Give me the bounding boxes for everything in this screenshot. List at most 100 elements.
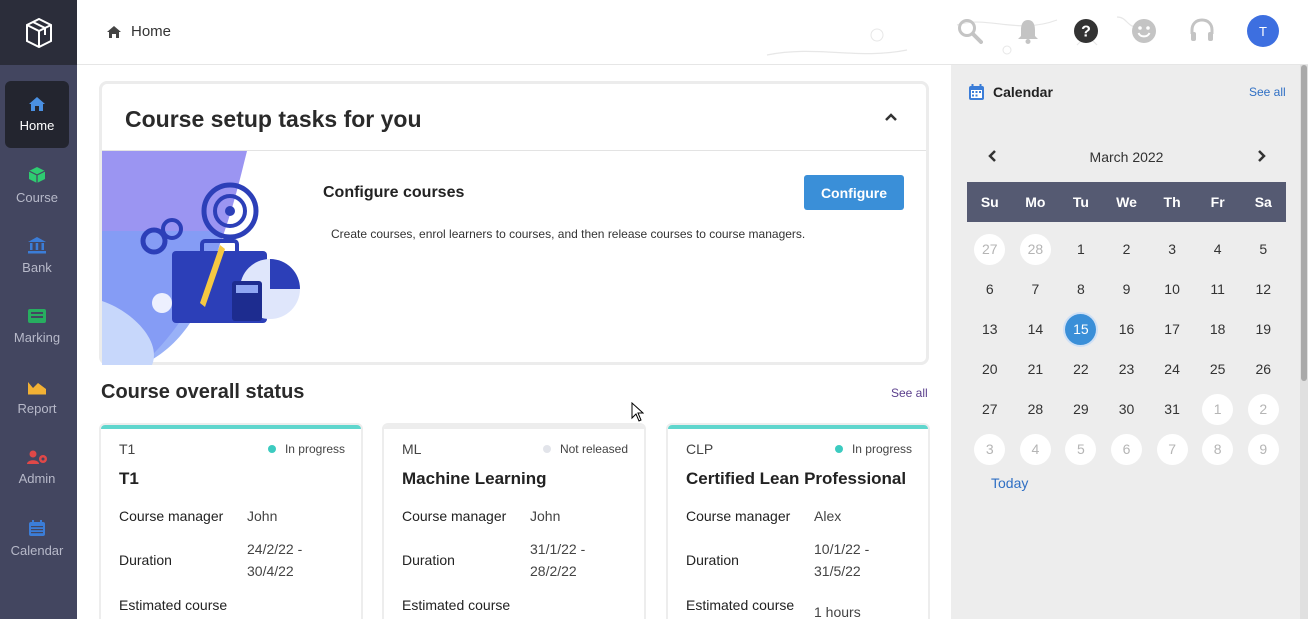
breadcrumb[interactable]: Home — [107, 23, 171, 40]
course-setup-panel: Course setup tasks for you Configure cou… — [99, 81, 929, 365]
app-logo[interactable] — [0, 0, 77, 65]
calendar-grid: 27 28 1 2 3 4 5 6 7 8 9 10 11 12 13 14 15 16 17 18 19 20 21 22 2… — [967, 229, 1286, 469]
day-number: 9 — [1247, 433, 1279, 465]
calendar-day[interactable]: 27 — [967, 389, 1013, 429]
calendar-day-outside[interactable]: 9 — [1240, 429, 1286, 469]
calendar-day[interactable]: 20 — [967, 349, 1013, 389]
sidebar-item-label: Calendar — [10, 543, 64, 558]
calendar-day-outside[interactable]: 4 — [1013, 429, 1059, 469]
day-number: 2 — [1122, 241, 1131, 257]
calendar-day[interactable]: 4 — [1195, 229, 1241, 269]
scrollbar[interactable] — [1300, 65, 1308, 619]
calendar-day[interactable]: 30 — [1104, 389, 1150, 429]
course-card[interactable]: T1 In progress T1 Course manager John Duratio… — [99, 423, 363, 619]
course-name[interactable]: Certified Lean Professional — [686, 469, 906, 489]
calendar-day[interactable]: 25 — [1195, 349, 1241, 389]
day-number: 24 — [1164, 361, 1180, 377]
sidebar-item-report[interactable]: Report — [5, 364, 69, 431]
sidebar-item-label: Admin — [18, 471, 56, 486]
day-number: 22 — [1073, 361, 1089, 377]
sidebar-item-course[interactable]: Course — [5, 152, 69, 219]
status-label: In progress — [284, 442, 345, 456]
scrollbar-thumb[interactable] — [1301, 65, 1307, 381]
calendar-day-outside[interactable]: 1 — [1195, 389, 1241, 429]
calendar-day[interactable]: 6 — [967, 269, 1013, 309]
breadcrumb-home[interactable]: Home — [131, 23, 171, 40]
top-header: Home ? T — [77, 0, 1308, 65]
course-card[interactable]: CLP In progress Certified Lean Professiona… — [666, 423, 930, 619]
calendar-day-outside[interactable]: 5 — [1058, 429, 1104, 469]
calendar-day[interactable]: 11 — [1195, 269, 1241, 309]
duration-label: Duration — [686, 552, 739, 568]
sidebar: Home Course Bank Marking Report Admin Ca… — [0, 0, 77, 619]
calendar-day[interactable]: 14 — [1013, 309, 1059, 349]
today-button[interactable]: Today — [991, 475, 1028, 491]
calendar-day[interactable]: 1 — [1058, 229, 1104, 269]
calendar-see-all-link[interactable]: See all — [1249, 85, 1286, 99]
calendar-day[interactable]: 29 — [1058, 389, 1104, 429]
day-number: 4 — [1213, 241, 1222, 257]
calendar-day-outside[interactable]: 3 — [967, 429, 1013, 469]
calendar-day[interactable]: 10 — [1149, 269, 1195, 309]
chevron-right-icon[interactable] — [1257, 149, 1267, 163]
course-name[interactable]: Machine Learning — [402, 469, 547, 489]
day-number: 12 — [1255, 281, 1272, 297]
calendar-day-outside[interactable]: 7 — [1149, 429, 1195, 469]
calendar-day[interactable]: 7 — [1013, 269, 1059, 309]
estimated-value: 1 hours — [814, 604, 861, 619]
card-status-bar — [101, 425, 361, 429]
calendar-day[interactable]: 21 — [1013, 349, 1059, 389]
bell-icon[interactable] — [1017, 18, 1039, 44]
chevron-up-icon[interactable] — [884, 112, 898, 122]
calendar-day[interactable]: 18 — [1195, 309, 1241, 349]
calendar-day[interactable]: 3 — [1149, 229, 1195, 269]
avatar[interactable]: T — [1247, 15, 1279, 47]
sidebar-item-calendar[interactable]: Calendar — [5, 505, 69, 572]
calendar-day[interactable]: 24 — [1149, 349, 1195, 389]
calendar-day[interactable]: 13 — [967, 309, 1013, 349]
sidebar-item-home[interactable]: Home — [5, 81, 69, 148]
calendar-day-outside[interactable]: 27 — [967, 229, 1013, 269]
calendar-day[interactable]: 28 — [1013, 389, 1059, 429]
sidebar-item-marking[interactable]: Marking — [5, 293, 69, 360]
calendar-day-outside[interactable]: 28 — [1013, 229, 1059, 269]
calendar-week: 3456789 — [967, 429, 1286, 469]
course-card[interactable]: ML Not released Machine Learning Course man… — [382, 423, 646, 619]
calendar-day[interactable]: 31 — [1149, 389, 1195, 429]
configure-button[interactable]: Configure — [804, 175, 904, 210]
day-number: 8 — [1202, 433, 1234, 465]
calendar-panel: Calendar See all March 2022 Su Mo Tu We Th Fr… — [951, 65, 1308, 619]
calendar-day[interactable]: 15 — [1058, 309, 1104, 349]
weekday-label: Sa — [1254, 194, 1272, 210]
calendar-day[interactable]: 16 — [1104, 309, 1150, 349]
calendar-day-outside[interactable]: 6 — [1104, 429, 1150, 469]
status-badge: Not released — [542, 442, 628, 456]
sidebar-item-label: Course — [16, 190, 58, 205]
search-icon[interactable] — [957, 18, 983, 44]
logo-icon — [25, 17, 52, 48]
calendar-day[interactable]: 23 — [1104, 349, 1150, 389]
calendar-day[interactable]: 12 — [1240, 269, 1286, 309]
calendar-day[interactable]: 8 — [1058, 269, 1104, 309]
calendar-day[interactable]: 9 — [1104, 269, 1150, 309]
sidebar-item-admin[interactable]: Admin — [5, 434, 69, 501]
calendar-day-outside[interactable]: 8 — [1195, 429, 1241, 469]
sidebar-item-label: Marking — [13, 330, 61, 345]
day-number: 26 — [1255, 361, 1272, 377]
day-number: 2 — [1247, 393, 1279, 425]
calendar-day[interactable]: 22 — [1058, 349, 1104, 389]
calendar-day-outside[interactable]: 2 — [1240, 389, 1286, 429]
calendar-day[interactable]: 2 — [1104, 229, 1150, 269]
calendar-day[interactable]: 26 — [1240, 349, 1286, 389]
help-icon[interactable]: ? — [1073, 18, 1099, 44]
headset-icon[interactable] — [1189, 18, 1215, 44]
weekday-label: We — [1116, 194, 1137, 210]
estimated-label: Estimated course — [686, 597, 795, 613]
course-status-see-all-link[interactable]: See all — [891, 386, 928, 400]
calendar-day[interactable]: 5 — [1240, 229, 1286, 269]
calendar-day[interactable]: 17 — [1149, 309, 1195, 349]
smiley-icon[interactable] — [1131, 18, 1157, 44]
calendar-day[interactable]: 19 — [1240, 309, 1286, 349]
sidebar-item-bank[interactable]: Bank — [5, 222, 69, 289]
course-name[interactable]: T1 — [119, 469, 139, 489]
